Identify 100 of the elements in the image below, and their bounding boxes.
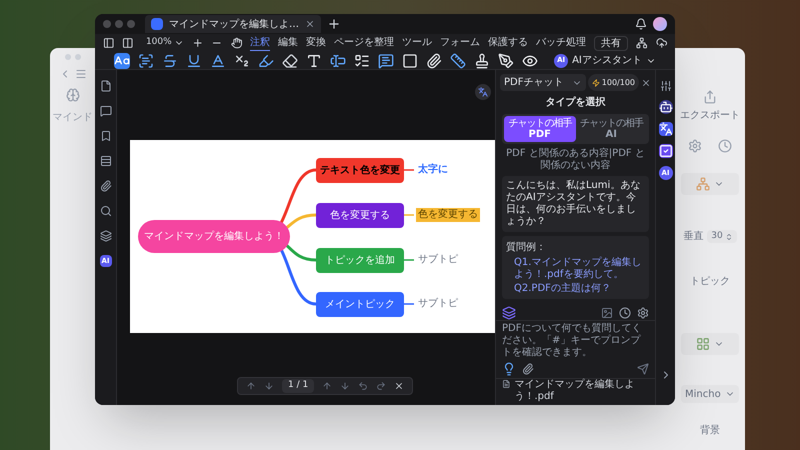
subtopic-label[interactable]: サブトピ: [416, 253, 460, 267]
eraser-icon[interactable]: [282, 52, 298, 68]
stamp-icon[interactable]: [474, 52, 490, 68]
paperclip-icon[interactable]: [100, 180, 112, 192]
page-number-field[interactable]: 1 / 1: [282, 379, 314, 393]
menu-tab[interactable]: 編集: [278, 36, 298, 50]
menu-tab[interactable]: フォーム: [440, 36, 480, 50]
rows-icon[interactable]: [100, 155, 112, 167]
app-logo-icon: [151, 18, 163, 30]
zoom-in-icon[interactable]: [192, 37, 204, 49]
mode-dropdown[interactable]: PDFチャット: [500, 74, 586, 91]
close-icon[interactable]: [641, 78, 651, 88]
menu-tab[interactable]: 保護する: [488, 36, 528, 50]
page-icon[interactable]: [100, 80, 112, 92]
upload-icon[interactable]: [656, 37, 668, 49]
undo-icon[interactable]: [358, 381, 368, 391]
columns-icon[interactable]: [122, 37, 134, 49]
background-label: 背景: [700, 424, 720, 438]
scan-text-icon[interactable]: [138, 52, 154, 68]
example-question[interactable]: Q1.マインドマップを編集しよう！.pdfを要約して。: [506, 257, 645, 281]
panel-icon[interactable]: [103, 37, 114, 49]
hand-icon[interactable]: [230, 37, 242, 49]
text-underline-icon[interactable]: [210, 52, 226, 68]
subscript-icon[interactable]: [234, 52, 250, 68]
example-question[interactable]: Q2.PDFの主題は何？: [506, 283, 645, 295]
translate-icon[interactable]: [658, 122, 672, 136]
type-icon[interactable]: [306, 52, 322, 68]
avatar[interactable]: [653, 17, 667, 31]
type-option[interactable]: チャットの相手 AI: [576, 116, 647, 142]
theme-icon: [696, 337, 710, 351]
credits-badge: 100/100: [588, 74, 639, 91]
menu-tab[interactable]: ページを整理: [334, 36, 394, 50]
menu-tab[interactable]: 変換: [306, 36, 326, 50]
rectangle-icon[interactable]: [402, 52, 418, 68]
topic-node[interactable]: トピックを追加: [316, 248, 404, 272]
layers-icon: [502, 306, 516, 320]
bell-icon[interactable]: [635, 18, 647, 30]
root-topic[interactable]: マインドマップを編集しよう！: [138, 220, 290, 253]
layers-icon[interactable]: [100, 230, 112, 242]
new-tab-icon[interactable]: [327, 17, 341, 31]
topic-label: トピック: [690, 275, 730, 289]
attach-icon[interactable]: [522, 363, 534, 375]
send-icon[interactable]: [637, 363, 649, 375]
arrow-up-icon[interactable]: [246, 381, 256, 391]
topic-node[interactable]: 色を変更する: [316, 202, 404, 228]
list-icon[interactable]: [354, 52, 370, 68]
image-icon[interactable]: [601, 307, 613, 319]
subtopic-label[interactable]: サブトピ: [416, 297, 460, 311]
underline-icon[interactable]: [186, 52, 202, 68]
type-heading: タイプを選択: [544, 95, 606, 110]
comment-icon[interactable]: [100, 105, 112, 117]
tab[interactable]: マインドマップを編集しよ…: [145, 15, 321, 33]
network-icon[interactable]: [636, 37, 648, 49]
ruler-icon[interactable]: [450, 52, 466, 68]
input-field[interactable]: PDFについて何でも質問してください。「#」キーでプロンプトを確認できます。: [502, 323, 649, 360]
translate-icon[interactable]: [475, 84, 491, 100]
topic-node[interactable]: メイントピック: [316, 292, 404, 316]
history-icon[interactable]: [619, 307, 631, 319]
mindmap-icon: [66, 88, 80, 102]
comment-icon[interactable]: [378, 52, 394, 68]
settings-icon[interactable]: [637, 307, 649, 319]
stepper-icon: [724, 232, 733, 240]
greeting-message: こんにちは、私はLumi。あなたのAIアシスタントです。今日は、何のお手伝いをしましょうか？: [502, 176, 649, 232]
font-dropdown[interactable]: Mincho: [681, 385, 739, 403]
strikethrough-icon[interactable]: [162, 52, 178, 68]
redo-icon[interactable]: [376, 381, 386, 391]
bookmark-icon[interactable]: [100, 130, 112, 142]
close-icon[interactable]: [305, 19, 315, 29]
arrow-down-icon[interactable]: [264, 381, 274, 391]
sliders-icon[interactable]: [660, 80, 672, 92]
type-note: PDF と関係のある内容|PDF と関係のない内容: [505, 148, 646, 172]
close-icon[interactable]: [394, 381, 404, 391]
export-label[interactable]: エクスポート: [680, 108, 740, 123]
arrow-down-icon[interactable]: [340, 381, 350, 391]
search-icon[interactable]: [100, 205, 112, 217]
highlighter-icon[interactable]: [258, 52, 274, 68]
subtopic-label[interactable]: 太字に: [416, 163, 450, 177]
file-icon: [502, 379, 510, 389]
zoom-dropdown[interactable]: 100%: [146, 36, 184, 50]
type-option[interactable]: チャットの相手 PDF: [504, 116, 576, 142]
layout-icon: [696, 177, 710, 191]
examples-title: 質問例：: [506, 240, 547, 255]
share-button[interactable]: 共有: [594, 36, 628, 50]
menu-tab[interactable]: バッチ処理: [536, 36, 586, 50]
eye-icon[interactable]: [522, 52, 538, 68]
spacing-field[interactable]: 30: [707, 230, 737, 244]
subtopic-label[interactable]: 色を変更する: [416, 208, 480, 222]
topic-node[interactable]: テキスト色を変更: [316, 158, 404, 182]
checkbox-icon[interactable]: [658, 144, 672, 158]
lightning-icon: [592, 78, 600, 86]
file-name: マインドマップを編集しよう！.pdf: [514, 379, 636, 403]
pen-icon[interactable]: [498, 52, 514, 68]
lightbulb-icon[interactable]: [502, 362, 516, 376]
text-box-icon[interactable]: [330, 52, 346, 68]
menu-tab[interactable]: 注釈: [250, 36, 270, 50]
menu-tab[interactable]: ツール: [402, 36, 432, 50]
bot-icon[interactable]: [658, 100, 672, 114]
arrow-up-icon[interactable]: [322, 381, 332, 391]
text-icon[interactable]: [114, 52, 130, 68]
connector-line: [404, 214, 414, 216]
